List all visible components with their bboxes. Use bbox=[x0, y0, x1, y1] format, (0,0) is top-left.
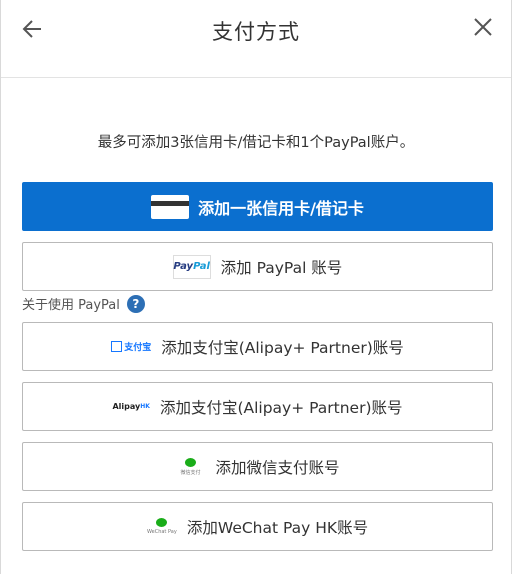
credit-card-icon bbox=[151, 194, 190, 219]
add-wechat-hk-label: 添加WeChat Pay HK账号 bbox=[186, 518, 369, 537]
add-wechat-label: 添加微信支付账号 bbox=[215, 458, 340, 477]
add-alipay-label: 添加支付宝(Alipay+ Partner)账号 bbox=[161, 338, 404, 357]
dialog-header: 支付方式 bbox=[1, 0, 511, 78]
wechat-pay-logo-icon: 微信支付 bbox=[175, 457, 205, 476]
add-wechat-hk-button[interactable]: WeChat Pay 添加WeChat Pay HK账号 bbox=[22, 502, 493, 551]
wechat-pay-hk-logo-icon: WeChat Pay bbox=[147, 518, 177, 535]
paypal-logo-icon: Pay Pal bbox=[172, 254, 211, 279]
about-paypal-label: 关于使用 PayPal bbox=[22, 298, 120, 313]
add-card-button[interactable]: 添加一张信用卡/借记卡 bbox=[22, 182, 493, 231]
add-paypal-button[interactable]: Pay Pal 添加 PayPal 账号 bbox=[22, 242, 493, 291]
add-wechat-button[interactable]: 微信支付 添加微信支付账号 bbox=[22, 442, 493, 491]
add-paypal-label: 添加 PayPal 账号 bbox=[220, 258, 343, 277]
page-title: 支付方式 bbox=[212, 20, 300, 44]
add-card-label: 添加一张信用卡/借记卡 bbox=[198, 198, 364, 218]
limit-notice: 最多可添加3张信用卡/借记卡和1个PayPal账户。 bbox=[97, 135, 415, 151]
add-alipay-hk-label: 添加支付宝(Alipay+ Partner)账号 bbox=[159, 398, 403, 417]
about-paypal: 关于使用 PayPal ? bbox=[22, 294, 145, 313]
add-alipay-button[interactable]: 支付宝 添加支付宝(Alipay+ Partner)账号 bbox=[22, 322, 493, 371]
payment-methods-dialog: 支付方式 最多可添加3张信用卡/借记卡和1个PayPal账户。 添加一张信用卡/… bbox=[0, 0, 512, 574]
add-alipay-hk-button[interactable]: Alipay HK 添加支付宝(Alipay+ Partner)账号 bbox=[22, 382, 493, 431]
alipay-logo-icon: 支付宝 bbox=[111, 340, 151, 353]
alipay-hk-logo-icon: Alipay HK bbox=[112, 402, 150, 411]
close-icon[interactable] bbox=[469, 13, 497, 41]
help-icon[interactable]: ? bbox=[126, 294, 145, 313]
